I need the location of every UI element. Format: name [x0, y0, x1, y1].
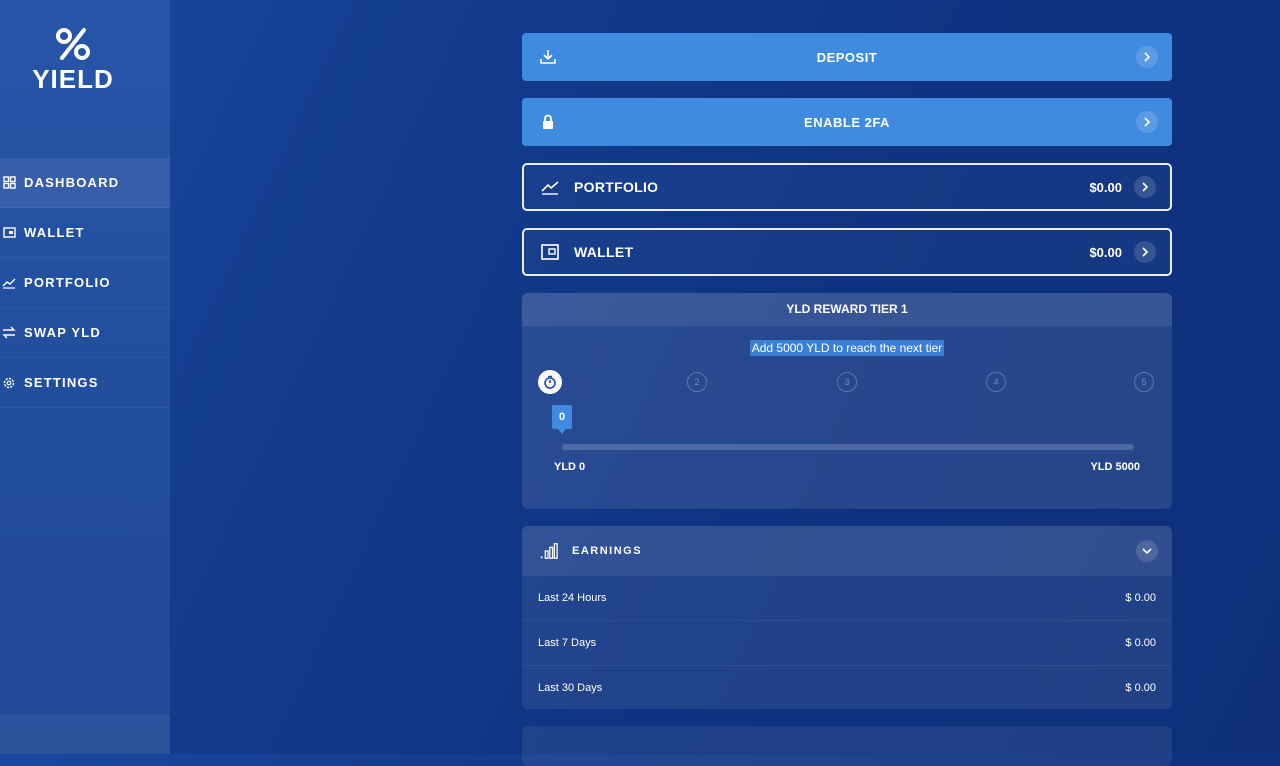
- progress-marker[interactable]: 0: [552, 405, 572, 434]
- earnings-row: Last 30 Days $ 0.00: [522, 666, 1172, 709]
- swap-icon: [2, 326, 16, 340]
- earnings-row: Last 7 Days $ 0.00: [522, 621, 1172, 666]
- earnings-title: EARNINGS: [572, 545, 643, 557]
- dashboard-icon: [2, 176, 16, 190]
- earnings-amount: $ 0.00: [1125, 637, 1156, 649]
- timer-icon: [544, 375, 556, 389]
- sidebar-nav: DASHBOARD WALLET PORTFOLIO SWAP YLD SETT…: [0, 158, 170, 408]
- next-section-card: [522, 726, 1172, 766]
- portfolio-amount: $0.00: [1089, 179, 1122, 195]
- reward-tier-message-text: Add 5000 YLD to reach the next tier: [749, 340, 945, 356]
- tier-min-label: YLD 0: [554, 461, 586, 473]
- gear-icon: [2, 376, 16, 390]
- sidebar-item-label: DASHBOARD: [24, 175, 120, 190]
- lock-icon: [538, 112, 558, 132]
- tier-step-2[interactable]: 2: [687, 372, 707, 392]
- brand-name: YIELD: [32, 64, 114, 94]
- reward-tier-card: YLD REWARD TIER 1 Add 5000 YLD to reach …: [522, 293, 1172, 509]
- chart-line-icon: [2, 276, 16, 290]
- chevron-right-icon: [1134, 241, 1156, 263]
- tier-step-5[interactable]: 5: [1134, 372, 1154, 392]
- reward-tier-message: Add 5000 YLD to reach the next tier: [522, 340, 1172, 356]
- wallet-amount: $0.00: [1089, 244, 1122, 260]
- sidebar-item-label: WALLET: [24, 225, 85, 240]
- portfolio-summary-button[interactable]: PORTFOLIO $0.00: [522, 163, 1172, 211]
- earnings-period: Last 24 Hours: [538, 592, 607, 604]
- sidebar-item-swap-yld[interactable]: SWAP YLD: [0, 308, 170, 358]
- sidebar-item-portfolio[interactable]: PORTFOLIO: [0, 258, 170, 308]
- earnings-amount: $ 0.00: [1125, 592, 1156, 604]
- wallet-icon: [540, 242, 560, 262]
- reward-tier-title: YLD REWARD TIER 1: [522, 293, 1172, 326]
- earnings-header[interactable]: EARNINGS: [522, 526, 1172, 576]
- download-icon: [538, 47, 558, 67]
- tier-progress-track: [562, 444, 1134, 450]
- tier-step-3[interactable]: 3: [837, 372, 857, 392]
- sidebar-item-label: PORTFOLIO: [24, 275, 111, 290]
- sidebar-item-label: SETTINGS: [24, 375, 99, 390]
- wallet-summary-button[interactable]: WALLET $0.00: [522, 228, 1172, 276]
- chevron-right-icon: [1136, 46, 1158, 68]
- deposit-button[interactable]: DEPOSIT: [522, 33, 1172, 81]
- sidebar-item-settings[interactable]: SETTINGS: [0, 358, 170, 408]
- enable-2fa-label: ENABLE 2FA: [804, 114, 890, 130]
- earnings-period: Last 7 Days: [538, 637, 597, 649]
- sidebar-item-dashboard[interactable]: DASHBOARD: [0, 158, 170, 208]
- wallet-icon: [2, 226, 16, 240]
- chart-line-icon: [540, 177, 560, 197]
- earnings-row: Last 24 Hours $ 0.00: [522, 576, 1172, 621]
- sidebar-item-wallet[interactable]: WALLET: [0, 208, 170, 258]
- chevron-down-icon[interactable]: [1136, 540, 1158, 562]
- earnings-amount: $ 0.00: [1125, 682, 1156, 694]
- earnings-card: EARNINGS Last 24 Hours $ 0.00 Last 7 Day…: [522, 526, 1172, 709]
- chevron-right-icon: [1134, 176, 1156, 198]
- enable-2fa-button[interactable]: ENABLE 2FA: [522, 98, 1172, 146]
- deposit-label: DEPOSIT: [816, 49, 878, 65]
- tier-max-label: YLD 5000: [1090, 461, 1140, 473]
- wallet-label: WALLET: [574, 244, 634, 260]
- bar-chart-icon: [538, 541, 558, 561]
- brand-logo[interactable]: YIELD: [0, 26, 146, 95]
- portfolio-label: PORTFOLIO: [574, 179, 659, 195]
- tier-step-1[interactable]: [538, 370, 562, 394]
- chevron-right-icon: [1136, 111, 1158, 133]
- earnings-period: Last 30 Days: [538, 682, 603, 694]
- sidebar-footer: [0, 714, 170, 754]
- percent-logo-icon: [56, 28, 90, 60]
- tier-step-4[interactable]: 4: [986, 372, 1006, 392]
- sidebar: YIELD DASHBOARD WALLET PORTFOLIO SWAP YL…: [0, 0, 170, 754]
- sidebar-item-label: SWAP YLD: [24, 325, 102, 340]
